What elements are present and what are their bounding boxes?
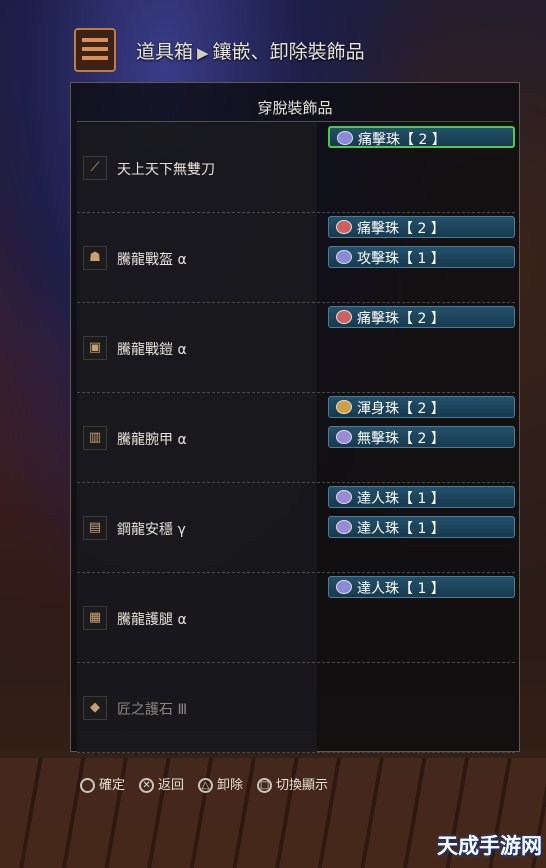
decoration-label: 達人珠【 1 】 xyxy=(357,491,445,507)
charm-icon: ◆ xyxy=(83,696,107,720)
control-label: 確定 xyxy=(99,778,126,793)
equipment-name: 騰龍腕甲 α xyxy=(117,432,187,448)
decoration-label: 痛擊珠【 2 】 xyxy=(358,132,446,148)
decoration-jewel-icon xyxy=(336,490,352,504)
toggle-hint[interactable]: □ 切換顯示 xyxy=(257,774,328,793)
decoration-slot[interactable]: 攻擊珠【 1 】 xyxy=(328,246,515,268)
decoration-slot[interactable]: 達人珠【 1 】 xyxy=(328,516,515,538)
remove-hint[interactable]: △ 卸除 xyxy=(198,774,243,793)
equipment-name: 騰龍護腿 α xyxy=(117,612,187,628)
equipment-row[interactable]: ▦ 騰龍護腿 α 達人珠【 1 】 xyxy=(77,573,515,663)
equipment-slot[interactable]: ☗ 騰龍戰盔 α xyxy=(77,213,317,303)
helm-icon: ☗ xyxy=(83,246,107,270)
breadcrumb: 道具箱 ▶ 鑲嵌、卸除裝飾品 xyxy=(136,37,365,64)
equipment-slot[interactable]: ▥ 騰龍腕甲 α xyxy=(77,393,317,483)
row-divider xyxy=(77,752,515,753)
decoration-slot[interactable]: 渾身珠【 2 】 xyxy=(328,396,515,418)
equipment-name: 騰龍戰鎧 α xyxy=(117,342,187,358)
equipment-row[interactable]: ▥ 騰龍腕甲 α 渾身珠【 2 】無擊珠【 2 】 xyxy=(77,393,515,483)
control-label: 切換顯示 xyxy=(276,778,329,793)
watermark: 天成手游网 xyxy=(437,834,542,858)
chest-armor-icon: ▣ xyxy=(83,336,107,360)
equipment-slot[interactable]: ▣ 騰龍戰鎧 α xyxy=(77,303,317,393)
decoration-slot[interactable]: 達人珠【 1 】 xyxy=(328,486,515,508)
equipment-row[interactable]: ▣ 騰龍戰鎧 α 痛擊珠【 2 】 xyxy=(77,303,515,393)
equipment-name: 天上天下無雙刀 xyxy=(117,162,215,178)
leg-armor-icon: ▦ xyxy=(83,606,107,630)
decoration-jewel-icon xyxy=(336,250,352,264)
decoration-slot[interactable]: 痛擊珠【 2 】 xyxy=(328,126,515,148)
decoration-jewel-icon xyxy=(336,580,352,594)
decoration-jewel-icon xyxy=(336,310,352,324)
control-label: 返回 xyxy=(158,778,185,793)
equipment-slot[interactable]: ▤ 鋼龍安穩 γ xyxy=(77,483,317,573)
decoration-jewel-icon xyxy=(337,131,353,145)
decoration-slot[interactable]: 痛擊珠【 2 】 xyxy=(328,306,515,328)
decoration-slot[interactable]: 無擊珠【 2 】 xyxy=(328,426,515,448)
decoration-slot[interactable]: 達人珠【 1 】 xyxy=(328,576,515,598)
control-hints: 確定 ✕ 返回 △ 卸除 □ 切換顯示 xyxy=(80,774,342,796)
equipment-slot[interactable]: ▦ 騰龍護腿 α xyxy=(77,573,317,663)
decoration-slot[interactable]: 痛擊珠【 2 】 xyxy=(328,216,515,238)
equipment-name: 鋼龍安穩 γ xyxy=(117,522,186,538)
breadcrumb-decorations: 鑲嵌、卸除裝飾品 xyxy=(212,41,365,63)
cross-button-icon: ✕ xyxy=(139,778,155,793)
decoration-label: 達人珠【 1 】 xyxy=(357,581,445,597)
circle-button-icon xyxy=(80,778,95,793)
long-sword-icon: ⟋ xyxy=(83,156,107,180)
confirm-hint[interactable]: 確定 xyxy=(80,774,125,793)
waist-armor-icon: ▤ xyxy=(83,516,107,540)
breadcrumb-item-box[interactable]: 道具箱 xyxy=(136,41,193,63)
item-box-icon xyxy=(74,28,116,72)
equipment-slot[interactable]: ⟋ 天上天下無雙刀 xyxy=(77,123,317,213)
decoration-label: 渾身珠【 2 】 xyxy=(357,401,445,417)
decoration-label: 痛擊珠【 2 】 xyxy=(357,221,445,237)
decoration-label: 無擊珠【 2 】 xyxy=(357,431,445,447)
control-label: 卸除 xyxy=(217,778,244,793)
decoration-jewel-icon xyxy=(336,400,352,414)
equipment-row[interactable]: ☗ 騰龍戰盔 α 痛擊珠【 2 】攻擊珠【 1 】 xyxy=(77,213,515,303)
equipment-name: 匠之護石 Ⅲ xyxy=(117,702,188,718)
equipment-slot[interactable]: ◆ 匠之護石 Ⅲ xyxy=(77,663,317,753)
decoration-label: 痛擊珠【 2 】 xyxy=(357,311,445,327)
decoration-label: 達人珠【 1 】 xyxy=(357,521,445,537)
equipment-row[interactable]: ▤ 鋼龍安穩 γ 達人珠【 1 】達人珠【 1 】 xyxy=(77,483,515,573)
equipment-row[interactable]: ⟋ 天上天下無雙刀 痛擊珠【 2 】 xyxy=(77,123,515,213)
decoration-label: 攻擊珠【 1 】 xyxy=(357,251,445,267)
header: 道具箱 ▶ 鑲嵌、卸除裝飾品 xyxy=(0,20,546,82)
decoration-panel: 穿脫裝飾品 ⟋ 天上天下無雙刀 痛擊珠【 2 】 ☗ 騰龍戰盔 α 痛擊珠【 2 】攻擊珠… xyxy=(70,82,520,753)
triangle-button-icon: △ xyxy=(198,778,214,793)
back-hint[interactable]: ✕ 返回 xyxy=(139,774,184,793)
decoration-jewel-icon xyxy=(336,220,352,234)
decoration-jewel-icon xyxy=(336,520,352,534)
decoration-jewel-icon xyxy=(336,430,352,444)
equipment-row[interactable]: ◆ 匠之護石 Ⅲ xyxy=(77,663,515,753)
chevron-right-icon: ▶ xyxy=(197,44,209,62)
divider xyxy=(77,121,513,122)
panel-title: 穿脫裝飾品 xyxy=(257,99,333,117)
square-button-icon: □ xyxy=(257,778,273,793)
gauntlet-icon: ▥ xyxy=(83,426,107,450)
equipment-name: 騰龍戰盔 α xyxy=(117,252,187,268)
